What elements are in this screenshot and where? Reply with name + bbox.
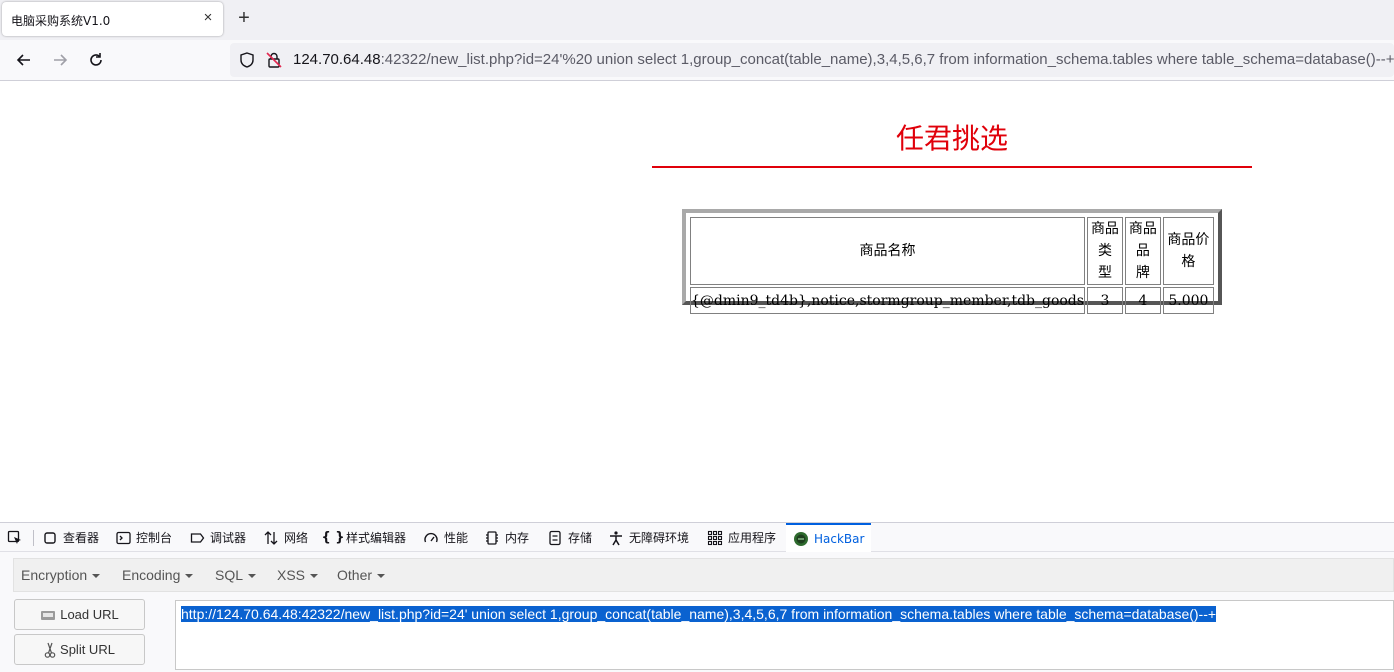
network-icon — [263, 530, 279, 546]
web-page: 任君挑选 商品名称 商品类型 商品品牌 商品价格 {@dmin9_td4b},n… — [0, 81, 1394, 522]
tab-storage[interactable]: 存储 — [547, 523, 592, 552]
inspector-icon — [42, 530, 58, 546]
nav-bar: 124.70.64.48:42322/new_list.php?id=24'%2… — [0, 40, 1394, 81]
accessibility-icon — [608, 530, 624, 546]
tab-application-label: 应用程序 — [728, 531, 777, 545]
menu-sql-label: SQL — [215, 567, 244, 583]
split-url-label: Split URL — [60, 642, 115, 657]
toolbar-separator — [33, 530, 34, 546]
tab-debugger-label: 调试器 — [210, 531, 247, 545]
tab-inspector[interactable]: 查看器 — [42, 523, 99, 552]
url-bar[interactable]: 124.70.64.48:42322/new_list.php?id=24'%2… — [230, 43, 1394, 77]
scissors-icon — [44, 642, 56, 658]
menu-other-label: Other — [337, 567, 373, 583]
back-arrow-icon[interactable] — [13, 49, 35, 71]
forward-arrow-icon[interactable] — [49, 49, 71, 71]
tab-accessibility-label: 无障碍环境 — [629, 531, 690, 545]
tab-console[interactable]: 控制台 — [115, 523, 172, 552]
hackbar-url-text: http://124.70.64.48:42322/new_list.php?i… — [181, 606, 1217, 622]
tab-strip: 电脑采购系统V1.0 × + — [0, 0, 1394, 40]
cell-goods-type: 3 — [1086, 287, 1123, 314]
hackbar-url-textarea[interactable]: http://124.70.64.48:42322/new_list.php?i… — [175, 600, 1394, 670]
header-goods-type: 商品类型 — [1086, 217, 1123, 285]
storage-icon — [547, 530, 563, 546]
memory-icon — [484, 530, 500, 546]
tab-application[interactable]: 应用程序 — [707, 523, 776, 552]
reload-icon[interactable] — [85, 49, 107, 71]
cell-goods-price: 5.000 — [1162, 287, 1214, 314]
tab-network[interactable]: 网络 — [263, 523, 308, 552]
debugger-icon — [189, 530, 205, 546]
browser-tab[interactable]: 电脑采购系统V1.0 × — [2, 2, 223, 36]
load-url-icon — [40, 608, 56, 622]
chevron-down-icon — [185, 574, 194, 579]
load-url-button[interactable]: Load URL — [14, 599, 145, 630]
menu-xss-label: XSS — [277, 567, 306, 583]
shield-icon[interactable] — [238, 51, 256, 69]
devtools-panel: 查看器 控制台 调试器 网络 { } 样式编辑器 性能 内存 存储 无障碍环境 … — [0, 522, 1394, 672]
tab-style-editor-label: 样式编辑器 — [346, 531, 407, 545]
menu-encoding-label: Encoding — [122, 567, 181, 583]
page-title: 任君挑选 — [895, 122, 1008, 155]
element-picker-icon[interactable] — [7, 523, 23, 552]
tab-memory-label: 内存 — [505, 531, 530, 545]
new-tab-icon[interactable]: + — [234, 8, 254, 28]
menu-xss[interactable]: XSS — [277, 567, 319, 583]
chevron-down-icon — [377, 574, 386, 579]
menu-encryption-label: Encryption — [21, 567, 88, 583]
tab-accessibility[interactable]: 无障碍环境 — [608, 523, 689, 552]
tab-console-label: 控制台 — [136, 531, 173, 545]
header-goods-price: 商品价格 — [1162, 217, 1214, 285]
load-url-label: Load URL — [60, 607, 119, 622]
table-row: {@dmin9_td4b},notice,stormgroup_member,t… — [690, 287, 1214, 314]
url-text[interactable]: 124.70.64.48:42322/new_list.php?id=24'%2… — [293, 51, 1394, 68]
tab-storage-label: 存储 — [568, 531, 593, 545]
tab-title: 电脑采购系统V1.0 — [11, 14, 111, 28]
heading-divider — [652, 166, 1252, 168]
chevron-down-icon — [92, 574, 101, 579]
goods-table-frame: 商品名称 商品类型 商品品牌 商品价格 {@dmin9_td4b},notice… — [682, 209, 1222, 314]
cell-goods-name: {@dmin9_td4b},notice,stormgroup_member,t… — [690, 287, 1085, 314]
menu-encryption[interactable]: Encryption — [21, 567, 101, 583]
menu-encoding[interactable]: Encoding — [122, 567, 194, 583]
chevron-down-icon — [310, 574, 319, 579]
style-editor-icon: { } — [321, 530, 345, 545]
header-goods-price-line1: 商品价 — [1167, 232, 1210, 248]
devtools-toolbar: 查看器 控制台 调试器 网络 { } 样式编辑器 性能 内存 存储 无障碍环境 … — [0, 523, 1394, 552]
tab-hackbar-label: HackBar — [814, 531, 865, 546]
header-goods-name-text: 商品名称 — [859, 243, 916, 259]
header-goods-brand: 商品品牌 — [1124, 217, 1161, 285]
table-header-row: 商品名称 商品类型 商品品牌 商品价格 — [690, 217, 1214, 285]
tab-network-label: 网络 — [284, 531, 309, 545]
hackbar-menu: Encryption Encoding SQL XSS Other — [13, 558, 1394, 592]
application-icon — [707, 530, 723, 546]
tab-close-icon[interactable]: × — [200, 10, 216, 26]
performance-icon — [423, 530, 439, 546]
url-path: :42322/new_list.php?id=24'%20 union sele… — [380, 51, 1394, 68]
header-goods-type-line2: 型 — [1097, 265, 1112, 281]
tab-performance-label: 性能 — [444, 531, 469, 545]
cell-goods-brand: 4 — [1124, 287, 1161, 314]
header-goods-brand-line2: 牌 — [1135, 265, 1150, 281]
header-goods-price-line2: 格 — [1181, 254, 1196, 270]
goods-table: 商品名称 商品类型 商品品牌 商品价格 {@dmin9_td4b},notice… — [688, 215, 1216, 316]
tab-memory[interactable]: 内存 — [484, 523, 529, 552]
menu-sql[interactable]: SQL — [215, 567, 257, 583]
hackbar-icon — [793, 531, 809, 547]
tab-debugger[interactable]: 调试器 — [189, 523, 246, 552]
url-host: 124.70.64.48 — [293, 51, 381, 68]
chevron-down-icon — [248, 574, 257, 579]
tab-performance[interactable]: 性能 — [423, 523, 468, 552]
header-goods-brand-line1: 商品品 — [1128, 221, 1157, 259]
header-goods-type-line1: 商品类 — [1090, 221, 1119, 259]
console-icon — [115, 530, 131, 546]
split-url-button[interactable]: Split URL — [14, 634, 145, 665]
insecure-lock-icon[interactable] — [265, 51, 283, 69]
tab-hackbar[interactable]: HackBar — [786, 523, 872, 552]
tab-style-editor[interactable]: { } 样式编辑器 — [321, 523, 407, 552]
menu-other[interactable]: Other — [337, 567, 386, 583]
tab-inspector-label: 查看器 — [63, 531, 100, 545]
header-goods-name: 商品名称 — [690, 217, 1085, 285]
